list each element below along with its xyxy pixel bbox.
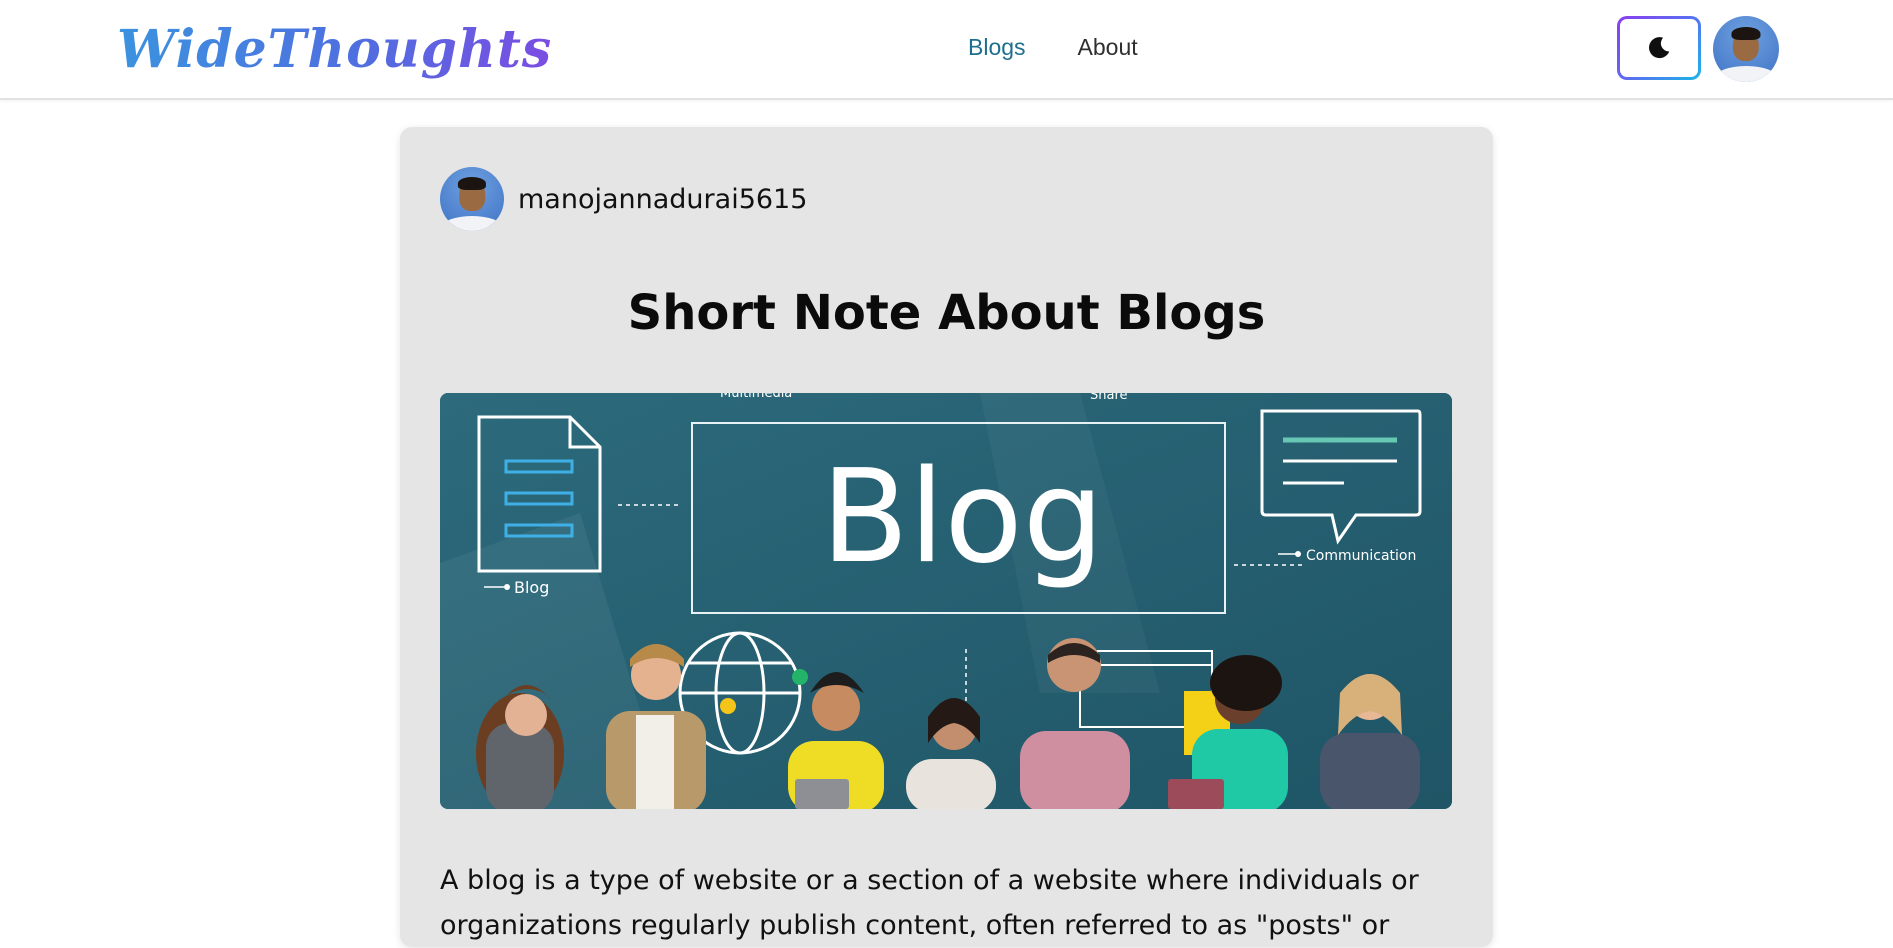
user-avatar[interactable] [1713,16,1779,82]
site-logo[interactable]: WideThoughts [117,12,552,88]
hero-label-share: Share [1090,393,1128,403]
theme-toggle-button[interactable] [1617,16,1701,80]
nav-link-about[interactable]: About [1078,34,1138,61]
hero-label-multimedia: Multimedia [720,393,792,401]
theme-toggle-surface [1620,19,1698,77]
hero-headline: Blog [821,443,1104,592]
post-card: manojannadurai5615 Short Note About Blog… [400,127,1493,947]
author-name[interactable]: manojannadurai5615 [518,184,807,215]
nav-link-blogs[interactable]: Blogs [968,34,1026,61]
top-navbar: WideThoughts Blogs About [0,0,1893,100]
hero-label-communication: Communication [1306,548,1416,564]
main-nav: Blogs About [968,34,1138,61]
post-author: manojannadurai5615 [440,167,807,231]
hero-illustration: Multimedia Share Blog Blog Communication [440,393,1452,809]
post-title: Short Note About Blogs [627,285,1266,341]
post-hero-image: Multimedia Share Blog Blog Communication [440,393,1452,809]
post-body: A blog is a type of website or a section… [440,865,1419,941]
moon-icon [1649,37,1670,59]
hero-label-blog: Blog [514,578,549,597]
author-avatar[interactable] [440,167,504,231]
